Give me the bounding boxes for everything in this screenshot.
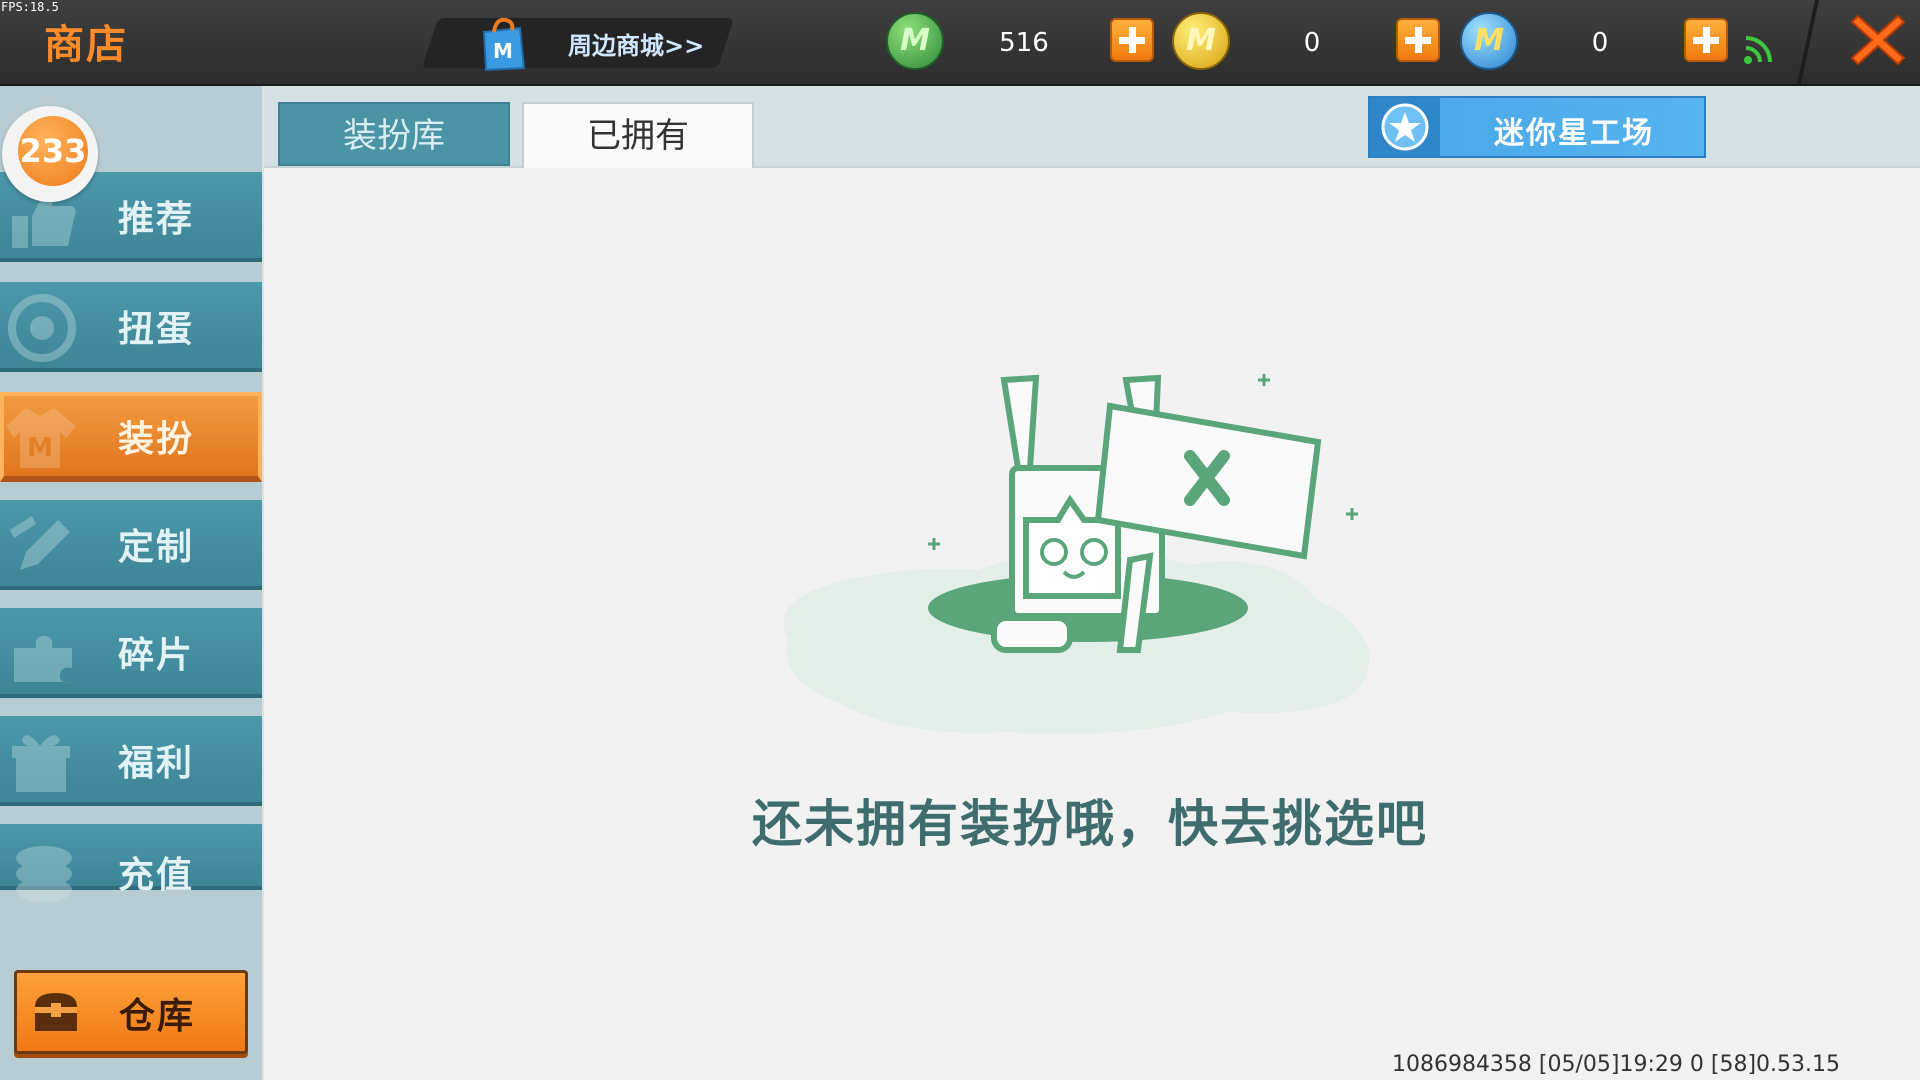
signal-icon <box>1744 36 1772 64</box>
mini-star-workshop-button[interactable]: 迷你星工场 <box>1368 96 1706 158</box>
sidebar-item-label: 定制 <box>118 527 195 568</box>
sidebar-item-capsule[interactable]: 扭蛋 <box>0 282 262 372</box>
peripheral-mall-link[interactable]: 周边商城>> <box>568 26 704 61</box>
workshop-label: 迷你星工场 <box>1494 116 1654 151</box>
blue-m-coin-icon: M <box>1460 12 1518 70</box>
svg-text:M: M <box>27 433 53 463</box>
sidebar-item-fragments[interactable]: 碎片 <box>0 608 262 698</box>
empty-state-illustration <box>783 374 1370 734</box>
capsule-icon <box>8 294 76 362</box>
pencil-icon <box>10 516 70 570</box>
currency-value-mini-bean: 516 <box>999 28 1049 58</box>
currency-value-mini-coin: 0 <box>1303 28 1321 58</box>
shirt-icon: M <box>6 408 76 468</box>
shopping-bag-icon[interactable]: M <box>476 14 528 72</box>
sidebar-item-benefits[interactable]: 福利 <box>0 716 262 806</box>
sidebar-item-label: 充值 <box>118 855 195 896</box>
sidebar-item-label: 装扮 <box>118 419 195 460</box>
sidebar-item-customize[interactable]: 定制 <box>0 500 262 590</box>
add-mini-point-button[interactable] <box>1684 18 1728 62</box>
add-mini-coin-button[interactable] <box>1396 18 1440 62</box>
warehouse-label: 仓库 <box>119 996 196 1037</box>
treasure-chest-icon <box>35 993 77 1031</box>
close-x-icon[interactable] <box>1848 10 1908 70</box>
top-bar: FPS:18.5 商店 M 周边商城>> M 516 M 0 M 0 <box>0 0 1920 86</box>
coins-icon <box>16 846 72 902</box>
gold-m-coin-icon: M <box>1172 12 1230 70</box>
warehouse-button[interactable]: 仓库 <box>14 970 248 1054</box>
svg-text:M: M <box>493 39 513 63</box>
sidebar-item-label: 推荐 <box>118 199 195 240</box>
badge-count: 233 <box>18 116 88 186</box>
sidebar-item-label: 碎片 <box>118 635 195 676</box>
green-m-coin-icon: M <box>886 12 944 70</box>
page-title: 商店 <box>44 22 128 68</box>
gift-icon <box>12 735 70 792</box>
sidebar-item-outfit[interactable]: M 装扮 <box>0 392 262 482</box>
sidebar-item-label: 福利 <box>118 743 195 784</box>
sidebar-item-label: 扭蛋 <box>118 309 195 350</box>
add-mini-bean-button[interactable] <box>1110 18 1154 62</box>
sidebar-item-recharge[interactable]: 充值 <box>0 824 262 902</box>
tab-owned[interactable]: 已拥有 <box>522 102 754 168</box>
debug-footer-info: 1086984358 [05/05]19:29 0 [58]0.53.15 <box>1391 1052 1840 1077</box>
user-badge[interactable]: 233 <box>2 106 98 202</box>
header-divider <box>1797 0 1819 84</box>
empty-state-message: 还未拥有装扮哦，快去挑选吧 <box>752 795 1428 853</box>
currency-value-mini-point: 0 <box>1591 28 1609 58</box>
star-icon <box>1370 98 1440 156</box>
tab-wardrobe[interactable]: 装扮库 <box>278 102 510 166</box>
puzzle-icon <box>14 636 72 683</box>
